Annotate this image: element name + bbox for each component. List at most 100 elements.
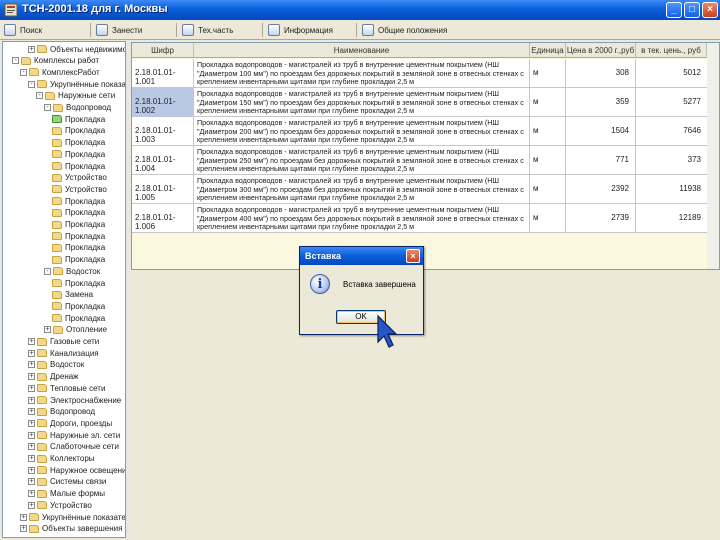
- column-header-code[interactable]: Шифр: [132, 43, 194, 58]
- expand-icon[interactable]: +: [28, 455, 35, 462]
- tree-item[interactable]: + Отопление: [44, 324, 107, 336]
- tree-item[interactable]: + Коллекторы: [28, 453, 95, 465]
- expand-icon[interactable]: +: [28, 396, 35, 404]
- maximize-button[interactable]: □: [684, 2, 700, 18]
- table-row[interactable]: 2.18.01.01-1.003 Прокладка водопроводов -…: [132, 117, 707, 146]
- tree-item[interactable]: Прокладка: [52, 207, 105, 219]
- search-button[interactable]: Поиск: [4, 23, 42, 37]
- tree-item[interactable]: + Канализация: [28, 347, 99, 359]
- tree-item[interactable]: Прокладка: [52, 125, 105, 137]
- tree-item[interactable]: Прокладка: [52, 230, 105, 242]
- expand-icon[interactable]: +: [28, 338, 35, 345]
- tree-item[interactable]: + Газовые сети: [28, 336, 99, 348]
- tree-item[interactable]: Прокладка: [52, 300, 105, 312]
- tree-item[interactable]: - Водопровод: [44, 102, 111, 114]
- tree-item[interactable]: + Дренаж: [28, 371, 79, 383]
- folder-icon: [52, 255, 62, 264]
- insert-button[interactable]: Занести: [96, 23, 142, 37]
- expand-icon[interactable]: +: [28, 466, 35, 474]
- expand-icon[interactable]: +: [28, 490, 35, 498]
- cell-price-current: 5012: [683, 68, 701, 77]
- expand-icon[interactable]: +: [28, 408, 35, 416]
- expand-icon[interactable]: +: [28, 384, 35, 392]
- table-row[interactable]: 2.18.01.01-1.004 Прокладка водопроводов -…: [132, 146, 707, 175]
- tree-item[interactable]: + Водопровод: [28, 406, 95, 418]
- tree-item[interactable]: + Системы связи: [28, 476, 106, 488]
- column-header-price-current[interactable]: в тек. цень., руб: [636, 43, 707, 58]
- folder-icon: [37, 80, 47, 89]
- toolbar-separator: [356, 23, 357, 37]
- collapse-icon[interactable]: -: [44, 267, 51, 275]
- expand-icon[interactable]: +: [44, 326, 51, 334]
- expand-icon[interactable]: +: [28, 45, 35, 53]
- collapse-icon[interactable]: -: [20, 68, 27, 76]
- folder-icon: [21, 56, 31, 65]
- table-row[interactable]: 2.18.01.01-1.006 Прокладка водопроводов -…: [132, 204, 707, 233]
- tree-scrollbar[interactable]: [126, 41, 129, 538]
- table-row[interactable]: 2.18.01.01-1.002 Прокладка водопроводов -…: [132, 88, 707, 117]
- tree-item[interactable]: - Водосток: [44, 265, 100, 277]
- collapse-icon[interactable]: -: [28, 80, 35, 88]
- expand-icon[interactable]: +: [28, 361, 35, 369]
- table-scrollbar[interactable]: [707, 43, 719, 269]
- tree-item[interactable]: + Дороги, проезды: [28, 417, 112, 429]
- tree-item[interactable]: Прокладка: [52, 312, 105, 324]
- tree-item[interactable]: Замена: [52, 289, 93, 301]
- expand-icon[interactable]: +: [20, 513, 27, 521]
- folder-icon: [52, 138, 62, 147]
- tree-item[interactable]: + Электроснабжение: [28, 394, 121, 406]
- minimize-button[interactable]: _: [666, 2, 682, 18]
- tree-item[interactable]: + Слаботочные сети: [28, 441, 119, 453]
- catalog-tree[interactable]: +Объекты недвижимости-Комплексы работ-Ко…: [2, 41, 126, 538]
- tree-item[interactable]: Прокладка: [52, 148, 105, 160]
- tree-item[interactable]: + Наружные эл. сети: [28, 429, 120, 441]
- expand-icon[interactable]: +: [20, 525, 27, 533]
- collapse-icon[interactable]: -: [44, 104, 51, 111]
- column-header-unit[interactable]: Единица: [530, 43, 566, 58]
- tree-item[interactable]: Прокладка: [52, 195, 105, 207]
- tree-item[interactable]: Прокладка: [52, 242, 105, 254]
- general-provisions-button[interactable]: Общие положения: [362, 23, 447, 37]
- expand-icon[interactable]: +: [28, 349, 35, 357]
- collapse-icon[interactable]: -: [12, 57, 19, 65]
- folder-icon: [37, 45, 47, 53]
- tree-item[interactable]: + Объекты недвижимости: [28, 43, 125, 55]
- tree-item[interactable]: Устройство: [52, 183, 107, 195]
- expand-icon[interactable]: +: [28, 501, 35, 509]
- close-button[interactable]: ×: [702, 2, 718, 18]
- mouse-cursor-icon: [377, 314, 398, 348]
- tree-item[interactable]: Прокладка: [52, 160, 105, 172]
- expand-icon[interactable]: +: [28, 419, 35, 427]
- tree-item[interactable]: - Укрупнённые показатели: [28, 78, 125, 90]
- tree-item[interactable]: Прокладка: [52, 254, 105, 266]
- tree-item[interactable]: - КомплексРабот: [20, 66, 100, 78]
- tree-item[interactable]: + Малые формы: [28, 488, 105, 500]
- table-row[interactable]: 2.18.01.01-1.005 Прокладка водопроводов -…: [132, 175, 707, 204]
- collapse-icon[interactable]: -: [36, 92, 43, 100]
- tree-item[interactable]: Устройство: [52, 172, 107, 184]
- tech-part-button[interactable]: Тех.часть: [182, 23, 233, 37]
- tree-item[interactable]: + Укрупнённые показатели: [20, 511, 125, 523]
- info-button[interactable]: Информация: [268, 23, 333, 37]
- folder-icon: [37, 466, 47, 475]
- tree-item[interactable]: Прокладка: [52, 137, 105, 149]
- tree-item[interactable]: - Комплексы работ: [12, 55, 99, 67]
- tree-item[interactable]: + Устройство: [28, 499, 92, 511]
- tree-item[interactable]: + Объекты завершения: [20, 523, 122, 535]
- tree-item[interactable]: Прокладка: [52, 219, 105, 231]
- table-row[interactable]: 2.18.01.01-1.001 Прокладка водопроводов -…: [132, 59, 707, 88]
- tree-item[interactable]: Прокладка: [52, 277, 105, 289]
- tree-item[interactable]: - Наружные сети: [36, 90, 115, 102]
- expand-icon[interactable]: +: [28, 478, 35, 486]
- search-button-label: Поиск: [20, 25, 43, 35]
- tree-item[interactable]: + Водосток: [28, 359, 84, 371]
- expand-icon[interactable]: +: [28, 443, 35, 451]
- dialog-close-button[interactable]: ×: [406, 249, 420, 263]
- column-header-price-2000[interactable]: Цена в 2000 г.,руб: [566, 43, 636, 58]
- expand-icon[interactable]: +: [28, 431, 35, 439]
- tree-item[interactable]: + Наружное освещение: [28, 464, 125, 476]
- tree-item[interactable]: Прокладка: [52, 113, 105, 125]
- expand-icon[interactable]: +: [28, 373, 35, 381]
- column-header-name[interactable]: Наименование: [194, 43, 530, 58]
- tree-item[interactable]: + Тепловые сети: [28, 382, 105, 394]
